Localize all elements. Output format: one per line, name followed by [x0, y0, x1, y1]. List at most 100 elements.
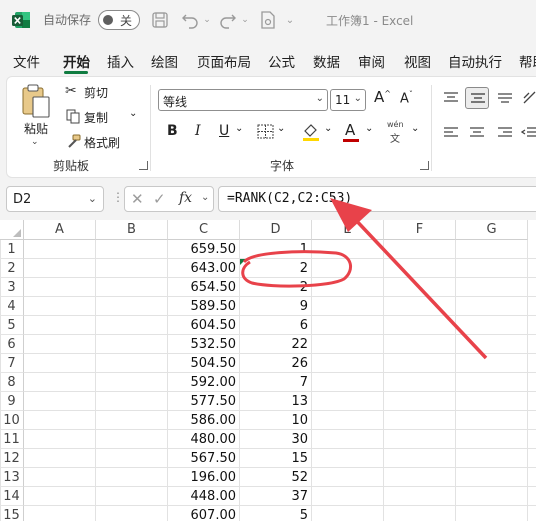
cell-c[interactable]: 567.50 — [168, 449, 240, 468]
cell-c[interactable]: 448.00 — [168, 487, 240, 506]
tab-automate[interactable]: 自动执行 — [448, 51, 502, 71]
row-header[interactable]: 6 — [0, 335, 24, 354]
cell-d[interactable]: 37 — [240, 487, 312, 506]
more-options-icon[interactable]: ⋮ — [112, 190, 124, 204]
tab-formulas[interactable]: 公式 — [268, 51, 295, 71]
row-header[interactable]: 1 — [0, 240, 24, 259]
align-left-icon[interactable] — [443, 126, 459, 140]
tab-data[interactable]: 数据 — [313, 51, 340, 71]
select-all-button[interactable] — [0, 220, 24, 240]
cell-d[interactable]: 52 — [240, 468, 312, 487]
cell-c[interactable]: 643.00 — [168, 259, 240, 278]
cell-c[interactable]: 586.00 — [168, 411, 240, 430]
format-painter-button[interactable]: 格式刷 — [65, 133, 135, 151]
cell-d[interactable]: 2 — [240, 259, 312, 278]
font-color-button[interactable]: A — [343, 121, 359, 143]
cut-button[interactable]: ✂ 剪切 — [65, 83, 135, 101]
tab-home[interactable]: 开始 — [63, 51, 90, 71]
tab-draw[interactable]: 绘图 — [151, 51, 178, 71]
font-launcher-icon[interactable] — [420, 161, 429, 170]
bottom-align-icon[interactable] — [497, 91, 513, 105]
cell-d[interactable]: 1 — [240, 240, 312, 259]
cell-c[interactable]: 532.50 — [168, 335, 240, 354]
bold-button[interactable]: B — [167, 123, 178, 139]
cell-c[interactable]: 654.50 — [168, 278, 240, 297]
font-name-select[interactable]: 等线 ⌄ — [158, 89, 328, 111]
redo-dropdown-icon[interactable]: ⌄ — [240, 9, 250, 31]
cell-c[interactable]: 196.00 — [168, 468, 240, 487]
phonetic-dropdown-icon[interactable]: ⌄ — [411, 123, 419, 134]
insert-function-button[interactable]: fx — [179, 190, 192, 206]
cell-d[interactable]: 10 — [240, 411, 312, 430]
cell-c[interactable]: 604.50 — [168, 316, 240, 335]
cell-d[interactable]: 9 — [240, 297, 312, 316]
fill-color-dropdown-icon[interactable]: ⌄ — [324, 123, 332, 134]
row-header[interactable]: 11 — [0, 430, 24, 449]
clipboard-launcher-icon[interactable] — [139, 161, 148, 170]
save-icon[interactable] — [150, 9, 170, 31]
borders-dropdown-icon[interactable]: ⌄ — [277, 123, 285, 134]
row-header[interactable]: 9 — [0, 392, 24, 411]
row-header[interactable]: 12 — [0, 449, 24, 468]
column-header[interactable]: D — [240, 220, 312, 240]
cell-c[interactable]: 607.00 — [168, 506, 240, 521]
row-header[interactable]: 3 — [0, 278, 24, 297]
cell-d[interactable]: 26 — [240, 354, 312, 373]
tab-file[interactable]: 文件 — [13, 51, 40, 71]
column-header[interactable]: B — [96, 220, 168, 240]
customize-qat-icon[interactable]: ⌄ — [284, 9, 296, 31]
redo-icon[interactable] — [218, 9, 238, 31]
undo-icon[interactable] — [180, 9, 200, 31]
copy-dropdown-icon[interactable]: ⌄ — [129, 108, 137, 119]
middle-align-button[interactable] — [465, 87, 489, 109]
decrease-font-size-icon[interactable]: Aˇ — [400, 90, 413, 106]
autosave-toggle[interactable]: 关 — [98, 10, 140, 30]
cell-d[interactable]: 22 — [240, 335, 312, 354]
cell-d[interactable]: 15 — [240, 449, 312, 468]
tab-help[interactable]: 帮助 — [519, 51, 536, 71]
align-center-icon[interactable] — [469, 126, 485, 140]
font-color-dropdown-icon[interactable]: ⌄ — [365, 123, 373, 134]
row-header[interactable]: 8 — [0, 373, 24, 392]
borders-icon[interactable] — [257, 124, 275, 140]
decrease-indent-icon[interactable] — [521, 126, 536, 140]
cell-d[interactable]: 13 — [240, 392, 312, 411]
cell-c[interactable]: 659.50 — [168, 240, 240, 259]
phonetic-guide-button[interactable]: wén 文 — [387, 120, 409, 145]
row-header[interactable]: 13 — [0, 468, 24, 487]
tab-review[interactable]: 审阅 — [358, 51, 385, 71]
row-header[interactable]: 7 — [0, 354, 24, 373]
fill-color-icon[interactable] — [301, 122, 321, 142]
cell-c[interactable]: 592.00 — [168, 373, 240, 392]
align-right-icon[interactable] — [497, 126, 513, 140]
cell-d[interactable]: 5 — [240, 506, 312, 521]
error-indicator-icon[interactable] — [240, 259, 246, 265]
column-header[interactable]: C — [168, 220, 240, 240]
underline-button[interactable]: U — [219, 123, 229, 139]
top-align-icon[interactable] — [443, 91, 459, 105]
cell-c[interactable]: 480.00 — [168, 430, 240, 449]
column-header[interactable]: E — [312, 220, 384, 240]
chevron-down-icon[interactable]: ⌄ — [201, 192, 209, 203]
cell-d[interactable]: 6 — [240, 316, 312, 335]
font-size-select[interactable]: 11 ⌄ — [330, 89, 366, 111]
formula-input[interactable]: =RANK(C2,C2:C53) — [218, 186, 536, 212]
name-box[interactable]: D2 ⌄ — [6, 186, 104, 212]
cell-d[interactable]: 2 — [240, 278, 312, 297]
enter-icon[interactable]: ✓ — [153, 190, 166, 208]
paste-dropdown-icon[interactable]: ⌄ — [31, 137, 39, 147]
column-header[interactable]: F — [384, 220, 456, 240]
copy-button[interactable]: 复制 ⌄ — [65, 108, 145, 126]
document-icon[interactable] — [258, 9, 278, 31]
column-header[interactable]: G — [456, 220, 528, 240]
tab-view[interactable]: 视图 — [404, 51, 431, 71]
row-header[interactable]: 2 — [0, 259, 24, 278]
row-header[interactable]: 5 — [0, 316, 24, 335]
row-header[interactable]: 4 — [0, 297, 24, 316]
spreadsheet-grid[interactable]: A B C D E F G 1 659.50 1 2 643.00 2 3 654.50 2 4 589.50 9 5… — [0, 220, 536, 521]
cell-c[interactable]: 577.50 — [168, 392, 240, 411]
row-header[interactable]: 10 — [0, 411, 24, 430]
orientation-icon[interactable] — [521, 89, 536, 107]
row-header[interactable]: 14 — [0, 487, 24, 506]
column-header[interactable]: A — [24, 220, 96, 240]
